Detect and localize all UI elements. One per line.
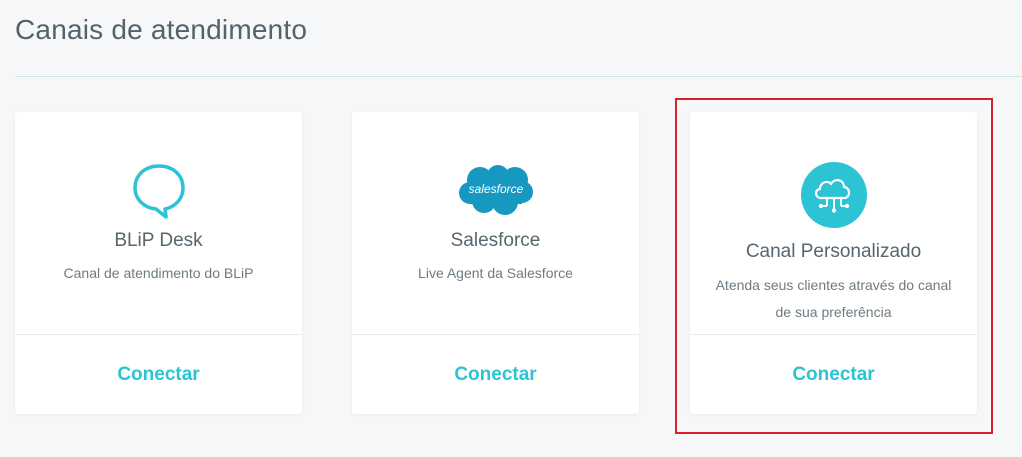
card-title: Salesforce (450, 230, 541, 251)
cloud-network-icon (800, 162, 867, 233)
card-description: Live Agent da Salesforce (418, 265, 573, 281)
card-body: BLiP Desk Canal de atendimento do BLiP (15, 112, 302, 334)
channel-card-custom: Canal Personalizado Atenda seus clientes… (690, 112, 977, 414)
card-body: salesforce Salesforce Live Agent da Sale… (352, 112, 639, 334)
channel-card-salesforce: salesforce Salesforce Live Agent da Sale… (352, 112, 639, 414)
card-title: BLiP Desk (114, 230, 203, 251)
connect-button-salesforce[interactable]: Conectar (352, 335, 639, 414)
salesforce-logo-icon: salesforce (458, 164, 534, 221)
chat-bubble-icon (132, 162, 186, 225)
connect-button-custom-channel[interactable]: Conectar (690, 335, 977, 414)
header-divider (15, 76, 1022, 77)
card-body: Canal Personalizado Atenda seus clientes… (690, 112, 977, 334)
card-title: Canal Personalizado (745, 241, 922, 262)
channel-card-blip-desk: BLiP Desk Canal de atendimento do BLiP C… (15, 112, 302, 414)
salesforce-logo-text: salesforce (468, 182, 523, 196)
card-description: Canal de atendimento do BLiP (63, 265, 254, 281)
card-description: Atenda seus clientes através do canal de… (715, 277, 952, 320)
connect-button-blip-desk[interactable]: Conectar (15, 335, 302, 414)
page-title: Canais de atendimento (15, 14, 308, 45)
